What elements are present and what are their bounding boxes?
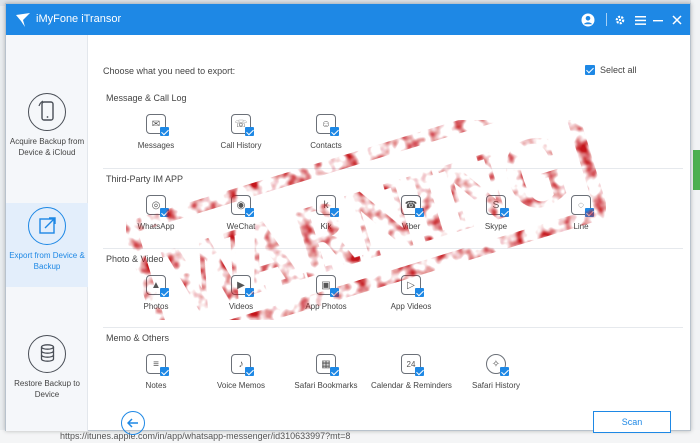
checkbox-checked[interactable] bbox=[500, 367, 509, 376]
sidebar-item-restore-backup[interactable]: Restore Backup to Device bbox=[6, 331, 88, 415]
database-icon bbox=[28, 335, 66, 373]
checkbox-checked[interactable] bbox=[245, 288, 254, 297]
item-safari-bookmarks[interactable]: ▦ Safari Bookmarks bbox=[286, 354, 366, 404]
checkbox-checked[interactable] bbox=[330, 208, 339, 217]
item-safari-history[interactable]: ✧ Safari History bbox=[456, 354, 536, 404]
background-window-accent bbox=[693, 150, 700, 190]
background-url-text[interactable]: https://itunes.apple.com/in/app/whatsapp… bbox=[60, 431, 350, 441]
checkbox-checked[interactable] bbox=[245, 127, 254, 136]
checkbox-checked[interactable] bbox=[160, 288, 169, 297]
item-skype[interactable]: S Skype bbox=[456, 195, 536, 245]
item-videos[interactable]: ▶ Videos bbox=[201, 275, 281, 325]
export-prompt: Choose what you need to export: bbox=[103, 66, 236, 76]
arrow-left-icon bbox=[127, 418, 138, 428]
item-label: WeChat bbox=[226, 222, 256, 231]
select-all-label: Select all bbox=[600, 65, 637, 75]
app-window: iMyFone iTransor Acquire Backup from Dev… bbox=[5, 3, 691, 435]
section-title-message-call: Message & Call Log bbox=[106, 93, 187, 103]
checkbox-checked[interactable] bbox=[160, 208, 169, 217]
checkbox-checked[interactable] bbox=[585, 65, 595, 75]
item-label: Messages bbox=[137, 141, 175, 150]
select-all-checkbox[interactable]: Select all bbox=[585, 62, 637, 78]
item-label: Viber bbox=[401, 222, 421, 231]
section-divider bbox=[103, 248, 683, 249]
item-wechat[interactable]: ◉ WeChat bbox=[201, 195, 281, 245]
item-voice-memos[interactable]: ♪ Voice Memos bbox=[201, 354, 281, 404]
title-bar: iMyFone iTransor bbox=[6, 4, 690, 35]
close-icon[interactable] bbox=[667, 10, 687, 30]
sidebar-item-label: Export from Device & Backup bbox=[9, 251, 85, 271]
checkbox-checked[interactable] bbox=[160, 127, 169, 136]
item-label: Videos bbox=[228, 302, 254, 311]
item-label: Safari History bbox=[471, 381, 520, 390]
checkbox-checked[interactable] bbox=[415, 367, 424, 376]
item-label: Contacts bbox=[310, 141, 342, 150]
item-kik[interactable]: k Kik bbox=[286, 195, 366, 245]
main-content: Choose what you need to export: Select a… bbox=[88, 35, 690, 435]
export-icon bbox=[28, 207, 66, 245]
item-label: Call History bbox=[220, 141, 262, 150]
item-label: App Photos bbox=[305, 302, 347, 311]
item-line[interactable]: ◌ Line bbox=[541, 195, 621, 245]
checkbox-checked[interactable] bbox=[245, 367, 254, 376]
item-label: Voice Memos bbox=[216, 381, 266, 390]
item-label: App Videos bbox=[390, 302, 432, 311]
menu-icon[interactable] bbox=[630, 10, 650, 30]
app-title: iMyFone iTransor bbox=[36, 13, 122, 25]
item-label: Line bbox=[573, 222, 589, 231]
section-title-photo-video: Photo & Video bbox=[106, 254, 164, 264]
section-title-memo-others: Memo & Others bbox=[106, 333, 170, 343]
sidebar-item-label: Acquire Backup from Device & iCloud bbox=[9, 137, 85, 157]
account-icon[interactable] bbox=[578, 10, 598, 30]
section-divider bbox=[103, 168, 683, 169]
sidebar: Acquire Backup from Device & iCloud Expo… bbox=[6, 35, 88, 431]
item-label: WhatsApp bbox=[137, 222, 175, 231]
checkbox-checked[interactable] bbox=[500, 208, 509, 217]
item-label: Safari Bookmarks bbox=[294, 381, 358, 390]
minimize-icon[interactable] bbox=[648, 10, 668, 30]
item-photos[interactable]: ▲ Photos bbox=[116, 275, 196, 325]
item-label: Skype bbox=[484, 222, 508, 231]
sidebar-item-acquire-backup[interactable]: Acquire Backup from Device & iCloud bbox=[6, 89, 88, 173]
checkbox-checked[interactable] bbox=[415, 288, 424, 297]
app-logo-icon bbox=[16, 13, 30, 27]
item-notes[interactable]: ≡ Notes bbox=[116, 354, 196, 404]
checkbox-checked[interactable] bbox=[330, 127, 339, 136]
sidebar-item-export[interactable]: Export from Device & Backup bbox=[6, 203, 88, 287]
item-label: Photos bbox=[143, 302, 169, 311]
item-label: Calendar & Reminders bbox=[371, 381, 452, 390]
item-app-photos[interactable]: ▣ App Photos bbox=[286, 275, 366, 325]
gear-icon[interactable] bbox=[610, 10, 630, 30]
checkbox-checked[interactable] bbox=[585, 208, 594, 217]
checkbox-checked[interactable] bbox=[160, 367, 169, 376]
checkbox-checked[interactable] bbox=[245, 208, 254, 217]
item-calendar-reminders[interactable]: 24 Calendar & Reminders bbox=[371, 354, 452, 404]
item-label: Notes bbox=[145, 381, 167, 390]
section-divider bbox=[103, 327, 683, 328]
item-whatsapp[interactable]: ◎ WhatsApp bbox=[116, 195, 196, 245]
checkbox-checked[interactable] bbox=[415, 208, 424, 217]
item-contacts[interactable]: ☺ Contacts bbox=[286, 114, 366, 164]
scan-button[interactable]: Scan bbox=[593, 411, 671, 433]
section-title-third-party: Third-Party IM APP bbox=[106, 174, 184, 184]
item-call-history[interactable]: ☏ Call History bbox=[201, 114, 281, 164]
item-label: Kik bbox=[320, 222, 332, 231]
item-viber[interactable]: ☎ Viber bbox=[371, 195, 451, 245]
phone-icon bbox=[28, 93, 66, 131]
checkbox-checked[interactable] bbox=[330, 367, 339, 376]
item-app-videos[interactable]: ▷ App Videos bbox=[371, 275, 451, 325]
background-window-edge bbox=[691, 0, 700, 443]
titlebar-divider bbox=[606, 13, 607, 26]
sidebar-item-label: Restore Backup to Device bbox=[14, 379, 80, 399]
back-button[interactable] bbox=[121, 411, 145, 435]
checkbox-checked[interactable] bbox=[330, 288, 339, 297]
item-messages[interactable]: ✉ Messages bbox=[116, 114, 196, 164]
